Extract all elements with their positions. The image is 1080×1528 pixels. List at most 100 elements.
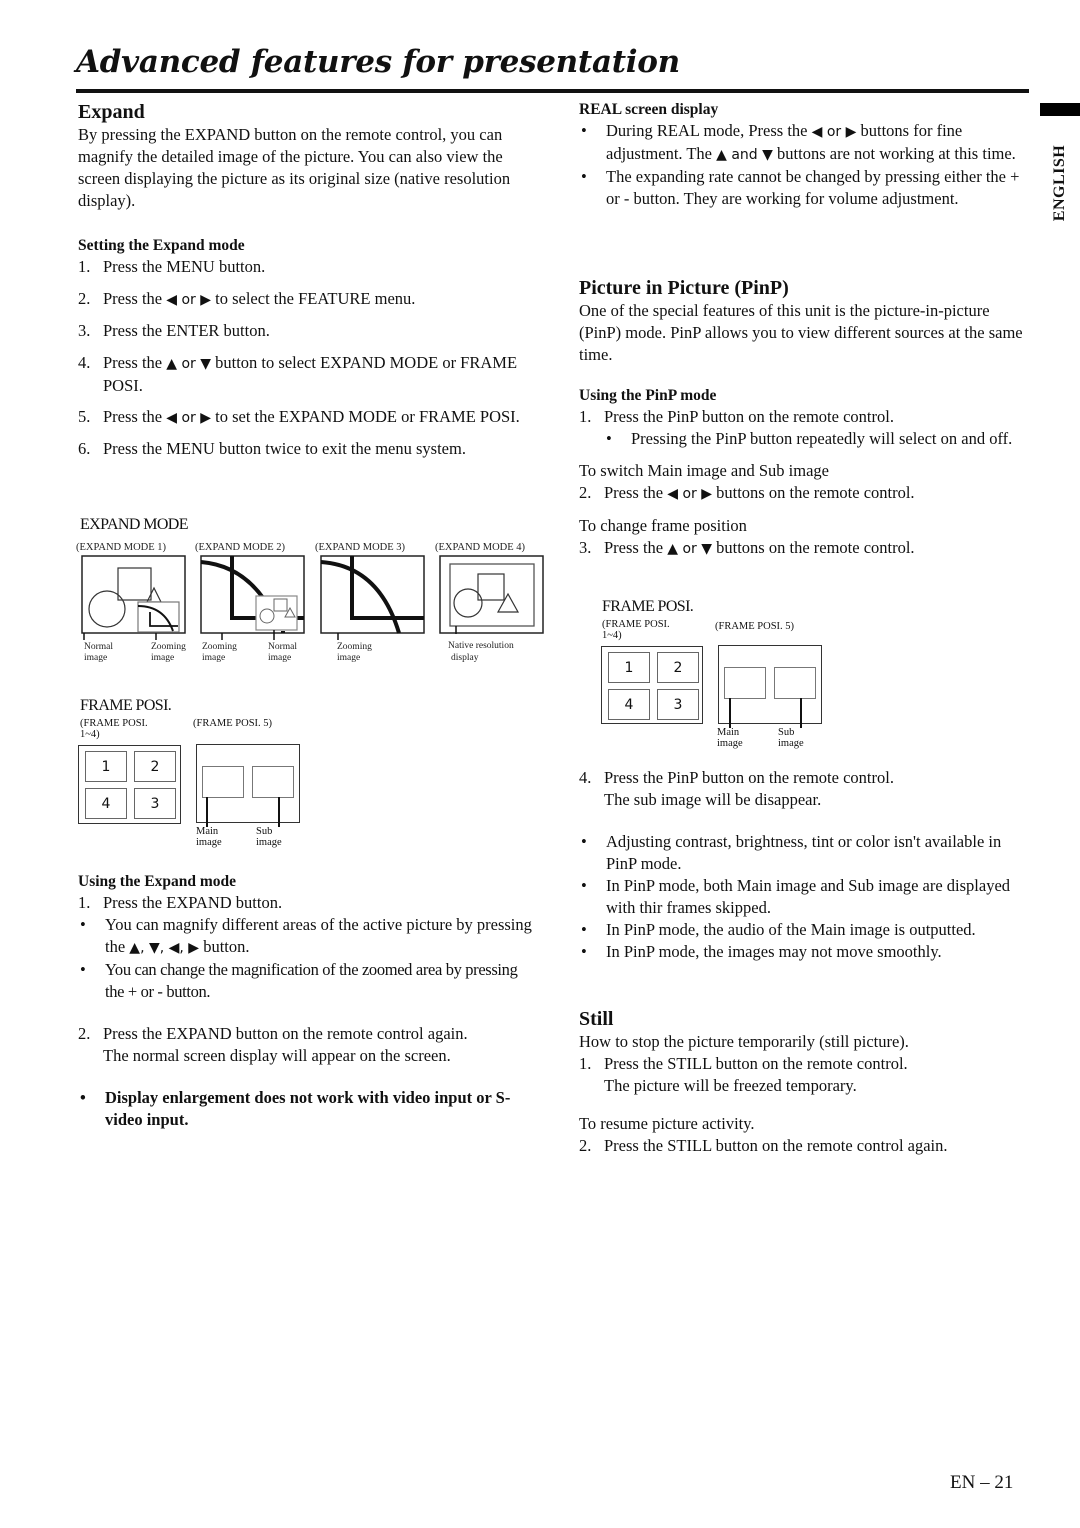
still-section: Still How to stop the picture temporaril… (579, 1007, 1034, 1157)
expand-main-image-label: Main image (196, 826, 222, 848)
expand-section: Expand By pressing the EXPAND button on … (78, 100, 540, 212)
expand-mode-1-label: (EXPAND MODE 1) (76, 542, 167, 553)
pinp-frame-posi-1-4-screen: 1 2 4 3 (601, 646, 703, 724)
main-image-pointer (729, 698, 731, 728)
left-right-arrows-icon: ◀ or ▶ (667, 486, 713, 502)
expand-frame-posi-1-4-label: (FRAME POSI. 1~4) (80, 718, 148, 740)
setting-step: 1. Press the MENU button. (78, 257, 266, 276)
direction-arrows-icon: ▲, ▼, ◀, ▶ (129, 940, 200, 956)
pinp-step-4: 4. Press the PinP button on the remote c… (579, 768, 894, 809)
up-down-arrows-icon: ▲ or ▼ (667, 541, 713, 557)
sub-image-frame (252, 766, 294, 798)
pinp-note: • In PinP mode, both Main image and Sub i… (581, 876, 1011, 917)
using-expand-section: Using the Expand mode 1. Press the EXPAN… (78, 872, 540, 1131)
frame-cell-2: 2 (134, 751, 176, 782)
pinp-frame-posi-5-label: (FRAME POSI. 5) (715, 621, 795, 632)
expand-mode-3-screen (320, 555, 425, 640)
sub-image-pointer (800, 698, 802, 728)
main-image-pointer (206, 797, 208, 827)
frame-cell-4: 4 (608, 689, 650, 720)
setting-step: 4. Press the ▲ or ▼ button to select EXPA… (78, 353, 518, 395)
language-tab-marker (1040, 103, 1080, 116)
pinp-step-4-section: 4. Press the PinP button on the remote c… (579, 767, 1034, 963)
mode2-callout-zoom-line1: Zooming (202, 642, 237, 652)
pinp-step-3: 3. Press the ▲ or ▼ buttons on the remot… (579, 538, 915, 557)
title-rule (76, 89, 1029, 93)
left-right-arrows-icon: ◀ or ▶ (811, 124, 857, 140)
real-screen-heading: REAL screen display (579, 101, 719, 118)
frame-cell-1: 1 (85, 751, 127, 782)
still-heading: Still (579, 1008, 614, 1030)
main-image-frame (202, 766, 244, 798)
expand-frame-posi-5-screen (196, 744, 300, 823)
using-expand-bullet-1: • You can magnify different areas of the… (80, 915, 532, 956)
pinp-note: • In PinP mode, the images may not move s… (581, 942, 942, 961)
expand-sub-image-label: Sub image (256, 826, 282, 848)
mode1-callout-zoom-line2: image (151, 653, 174, 663)
frame-cell-2: 2 (657, 652, 699, 683)
pinp-frame-posi-5-screen (718, 645, 822, 724)
sub-image-pointer (278, 797, 280, 827)
setting-steps-list: 1. Press the MENU button. 2. Press the ◀ or… (78, 256, 540, 461)
pinp-notes-list: • Adjusting contrast, brightness, tint or… (579, 831, 1034, 963)
pinp-step-4-note: The sub image will be disappear. (604, 790, 822, 809)
expand-mode-2-label: (EXPAND MODE 2) (195, 542, 286, 553)
using-pinp-heading: Using the PinP mode (579, 387, 717, 404)
pinp-note: • Adjusting contrast, brightness, tint or… (581, 832, 1002, 873)
arrow-buttons-icon: ◀ or ▶ (166, 292, 212, 308)
pinp-step-2: 2. Press the ◀ or ▶ buttons on the remot… (579, 483, 915, 502)
using-expand-step-1: 1. Press the EXPAND button. (78, 893, 283, 912)
expand-mode-diagram-heading: EXPAND MODE (80, 516, 189, 533)
using-expand-step-2: 2. Press the EXPAND button on the remote… (78, 1024, 468, 1065)
setting-step: 6. Press the MENU button twice to exit th… (78, 439, 466, 458)
pinp-frame-caption: To change frame position (579, 516, 747, 535)
pinp-intro: One of the special features of this unit… (579, 301, 1023, 364)
mode2-callout-zoom-line2: image (202, 653, 225, 663)
mode2-callout-normal-line2: image (268, 653, 291, 663)
still-intro: How to stop the picture temporarily (sti… (579, 1032, 909, 1051)
pinp-main-image-label: Main image (717, 727, 743, 749)
setting-step: 3. Press the ENTER button. (78, 321, 270, 340)
pinp-section: Picture in Picture (PinP) One of the spe… (579, 276, 1034, 560)
still-step-1-note: The picture will be freezed temporary. (604, 1076, 857, 1095)
still-step-2: 2. Press the STILL button on the remote … (579, 1136, 948, 1155)
setting-expand-heading: Setting the Expand mode (78, 237, 245, 254)
expand-frame-posi-heading: FRAME POSI. (80, 697, 172, 714)
using-expand-heading: Using the Expand mode (78, 873, 237, 890)
frame-cell-1: 1 (608, 652, 650, 683)
pinp-frame-posi-1-4-label: (FRAME POSI. 1~4) (602, 619, 670, 641)
mode3-callout-zoom-line1: Zooming (337, 642, 372, 652)
pinp-step-1: 1. Press the PinP button on the remote c… (579, 407, 894, 426)
expand-warning: • Display enlargement does not work with… (80, 1088, 511, 1129)
mode1-callout-zoom-line1: Zooming (151, 642, 186, 652)
real-screen-section: REAL screen display • During REAL mode, … (579, 100, 1034, 210)
mode2-callout-normal-line1: Normal (268, 642, 297, 652)
up-down-arrows-icon: ▲ and ▼ (716, 147, 773, 163)
frame-cell-3: 3 (134, 788, 176, 819)
pinp-heading: Picture in Picture (PinP) (579, 277, 789, 299)
page-number: EN – 21 (950, 1472, 1014, 1493)
setting-step: 5. Press the ◀ or ▶ to set the EXPAND MOD… (78, 407, 520, 426)
expand-mode-3-label: (EXPAND MODE 3) (315, 542, 406, 553)
mode4-callout-native-line1: Native resolution (448, 641, 514, 651)
real-screen-bullet-1: • During REAL mode, Press the ◀ or ▶ but… (581, 121, 1016, 163)
expand-frame-posi-1-4-screen: 1 2 4 3 (78, 745, 181, 824)
pinp-step-1-bullet: • Pressing the PinP button repeatedly wi… (606, 429, 1013, 448)
expand-mode-2-screen (200, 555, 305, 640)
language-tab-label: ENGLISH (1051, 144, 1068, 222)
arrow-buttons-icon: ◀ or ▶ (166, 410, 212, 426)
expand-mode-1-screen (81, 555, 186, 640)
arrow-buttons-icon: ▲ or ▼ (166, 356, 212, 372)
setting-step: 2. Press the ◀ or ▶ to select the FEATURE… (78, 289, 416, 308)
mode1-callout-normal-line1: Normal (84, 642, 113, 652)
setting-expand-section: Setting the Expand mode 1. Press the MENU… (78, 236, 540, 461)
frame-cell-4: 4 (85, 788, 127, 819)
mode3-callout-zoom-line2: image (337, 653, 360, 663)
pinp-switch-caption: To switch Main image and Sub image (579, 461, 829, 480)
using-expand-bullet-2: • You can change the magnification of th… (80, 960, 518, 1001)
language-tab: ENGLISH (1041, 128, 1079, 238)
pinp-sub-image-label: Sub image (778, 727, 804, 749)
frame-cell-3: 3 (657, 689, 699, 720)
still-resume-caption: To resume picture activity. (579, 1114, 755, 1133)
still-step-1: 1. Press the STILL button on the remote … (579, 1054, 908, 1095)
